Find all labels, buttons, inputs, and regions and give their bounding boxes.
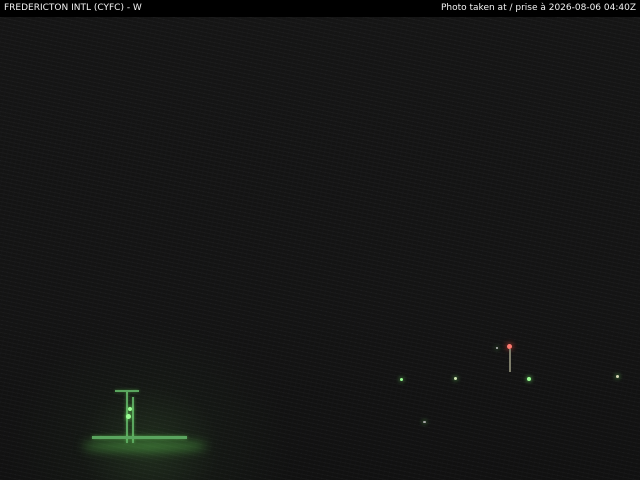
runway-light-icon (128, 407, 132, 411)
tower-light-icon (423, 421, 426, 423)
runway-light-glow (82, 440, 207, 452)
tower-light-post (509, 349, 511, 372)
image-noise (0, 17, 640, 480)
runway-light-bar (92, 436, 187, 439)
tower-light-icon (496, 347, 498, 349)
webcam-image: FREDERICTON INTL (CYFC) - W Photo taken … (0, 0, 640, 480)
tower-light-icon (616, 375, 619, 378)
runway-light-icon (126, 414, 131, 419)
tower-light-icon (400, 378, 403, 381)
night-scene (0, 17, 640, 480)
image-header: FREDERICTON INTL (CYFC) - W Photo taken … (0, 0, 640, 17)
runway-light-crossbar (115, 390, 139, 392)
photo-timestamp: Photo taken at / prise à 2026-08-06 04:4… (440, 3, 636, 13)
tower-light-icon (454, 377, 457, 380)
tower-light-icon (527, 377, 531, 381)
camera-title: FREDERICTON INTL (CYFC) - W (4, 3, 142, 13)
